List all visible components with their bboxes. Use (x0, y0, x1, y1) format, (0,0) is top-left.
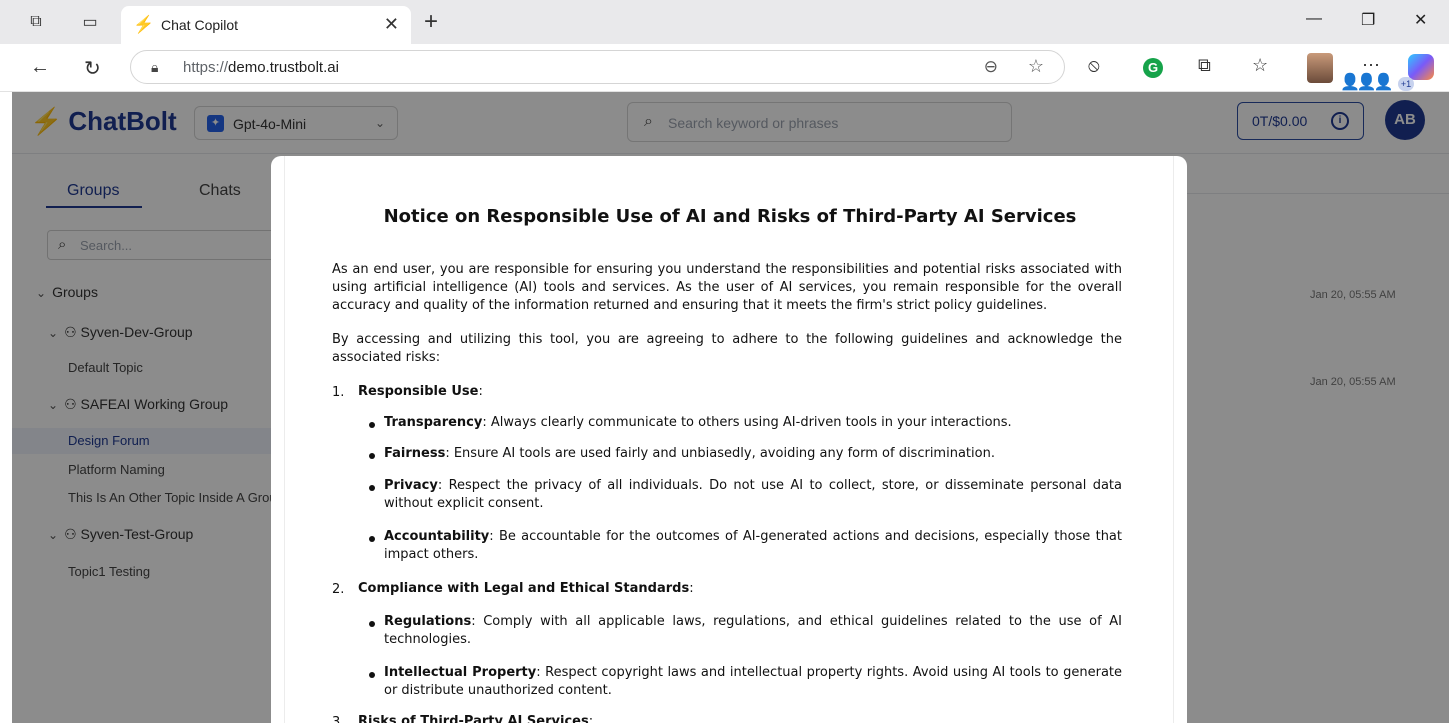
workspaces-icon[interactable]: ⧉ (24, 10, 48, 34)
section-heading: Compliance with Legal and Ethical Standa… (358, 581, 694, 596)
favorite-star-icon[interactable]: ☆ (1028, 56, 1044, 77)
guideline-term: Privacy (384, 478, 438, 493)
address-bar-row: ← ↻ 🔒︎ https://demo.trustbolt.ai ⊖ ☆ ⦸ G… (0, 44, 1449, 92)
notice-title: Notice on Responsible Use of AI and Risk… (383, 206, 1077, 227)
bullet (369, 536, 375, 542)
new-tab-button[interactable]: + (424, 8, 438, 36)
bullet (369, 422, 375, 428)
favorites-icon[interactable]: ☆ (1252, 55, 1268, 76)
section-number: 3. (332, 715, 345, 723)
section-heading: Responsible Use: (358, 384, 483, 399)
bullet (369, 485, 375, 491)
copilot-icon[interactable] (1408, 54, 1434, 80)
guideline-term: Fairness (384, 446, 446, 461)
guideline-text: Ensure AI tools are used fairly and unbi… (453, 446, 995, 461)
close-window-button[interactable]: ✕ (1414, 10, 1427, 30)
guideline-item: Intellectual Property: Respect copyright… (384, 665, 1123, 698)
back-button[interactable]: ← (30, 56, 50, 79)
guideline-text: Always clearly communicate to others usi… (490, 415, 1012, 430)
guideline-text: Comply with all applicable laws, regulat… (384, 614, 1122, 647)
guideline-term: Transparency (384, 415, 483, 430)
guideline-item: Transparency: Always clearly communicate… (384, 415, 1012, 430)
guideline-text: Be accountable for the outcomes of AI-ge… (384, 529, 1123, 562)
guideline-term: Intellectual Property (384, 665, 537, 680)
section-heading-text: Risks of Third-Party AI Services (358, 714, 589, 723)
profile-avatar[interactable] (1307, 53, 1333, 83)
member-avatars[interactable]: 👤👤👤 (1340, 72, 1394, 92)
bullet (369, 621, 375, 627)
refresh-button[interactable]: ↻ (84, 56, 101, 81)
guideline-item: Fairness: Ensure AI tools are used fairl… (384, 446, 995, 461)
more-members-badge[interactable]: +1 (1398, 77, 1414, 91)
guideline-term: Accountability (384, 529, 490, 544)
intro-paragraph-2: By accessing and utilizing this tool, yo… (332, 332, 1122, 365)
grammarly-extension-icon[interactable]: G (1143, 58, 1163, 78)
extensions-icon[interactable]: ⧉ (1198, 55, 1211, 76)
url-prefix: https:// (183, 59, 229, 76)
site-info-icon[interactable]: 🔒︎ (151, 59, 158, 76)
responsible-ai-notice-modal: Notice on Responsible Use of AI and Risk… (271, 156, 1187, 723)
guideline-item: Regulations: Comply with all applicable … (384, 614, 1122, 647)
tab-actions-icon[interactable]: ▭ (78, 10, 102, 34)
url-field[interactable]: 🔒︎ https://demo.trustbolt.ai ⊖ ☆ (130, 50, 1065, 84)
browser-tab-bar: ⧉ ▭ ⚡ Chat Copilot ✕ + — ❐ ✕ (0, 0, 1449, 44)
guideline-term: Regulations (384, 614, 472, 629)
guideline-item: Accountability: Be accountable for the o… (384, 529, 1123, 562)
tracking-prevention-icon[interactable]: ⦸ (1088, 55, 1100, 76)
section-number: 1. (332, 385, 345, 400)
section-heading-text: Compliance with Legal and Ethical Standa… (358, 581, 690, 596)
tab-title: Chat Copilot (161, 17, 239, 33)
section-number: 2. (332, 582, 345, 597)
guideline-item: Privacy: Respect the privacy of all indi… (384, 478, 1122, 511)
close-tab-icon[interactable]: ✕ (384, 14, 399, 35)
intro-paragraph-1: As an end user, you are responsible for … (332, 262, 1122, 313)
restore-button[interactable]: ❐ (1361, 10, 1375, 30)
bolt-favicon-icon: ⚡ (133, 15, 155, 34)
minimize-button[interactable]: — (1306, 10, 1322, 28)
zoom-icon[interactable]: ⊖ (984, 57, 998, 77)
notice-document: Notice on Responsible Use of AI and Risk… (284, 156, 1174, 723)
section-heading: Risks of Third-Party AI Services: (358, 713, 1118, 723)
section-heading-text: Responsible Use (358, 384, 479, 399)
url-domain: demo.trustbolt.ai (228, 59, 339, 76)
bullet (369, 453, 375, 459)
bullet (369, 672, 375, 678)
browser-tab[interactable]: ⚡ Chat Copilot ✕ (121, 6, 411, 44)
guideline-text: Respect the privacy of all individuals. … (384, 478, 1122, 511)
